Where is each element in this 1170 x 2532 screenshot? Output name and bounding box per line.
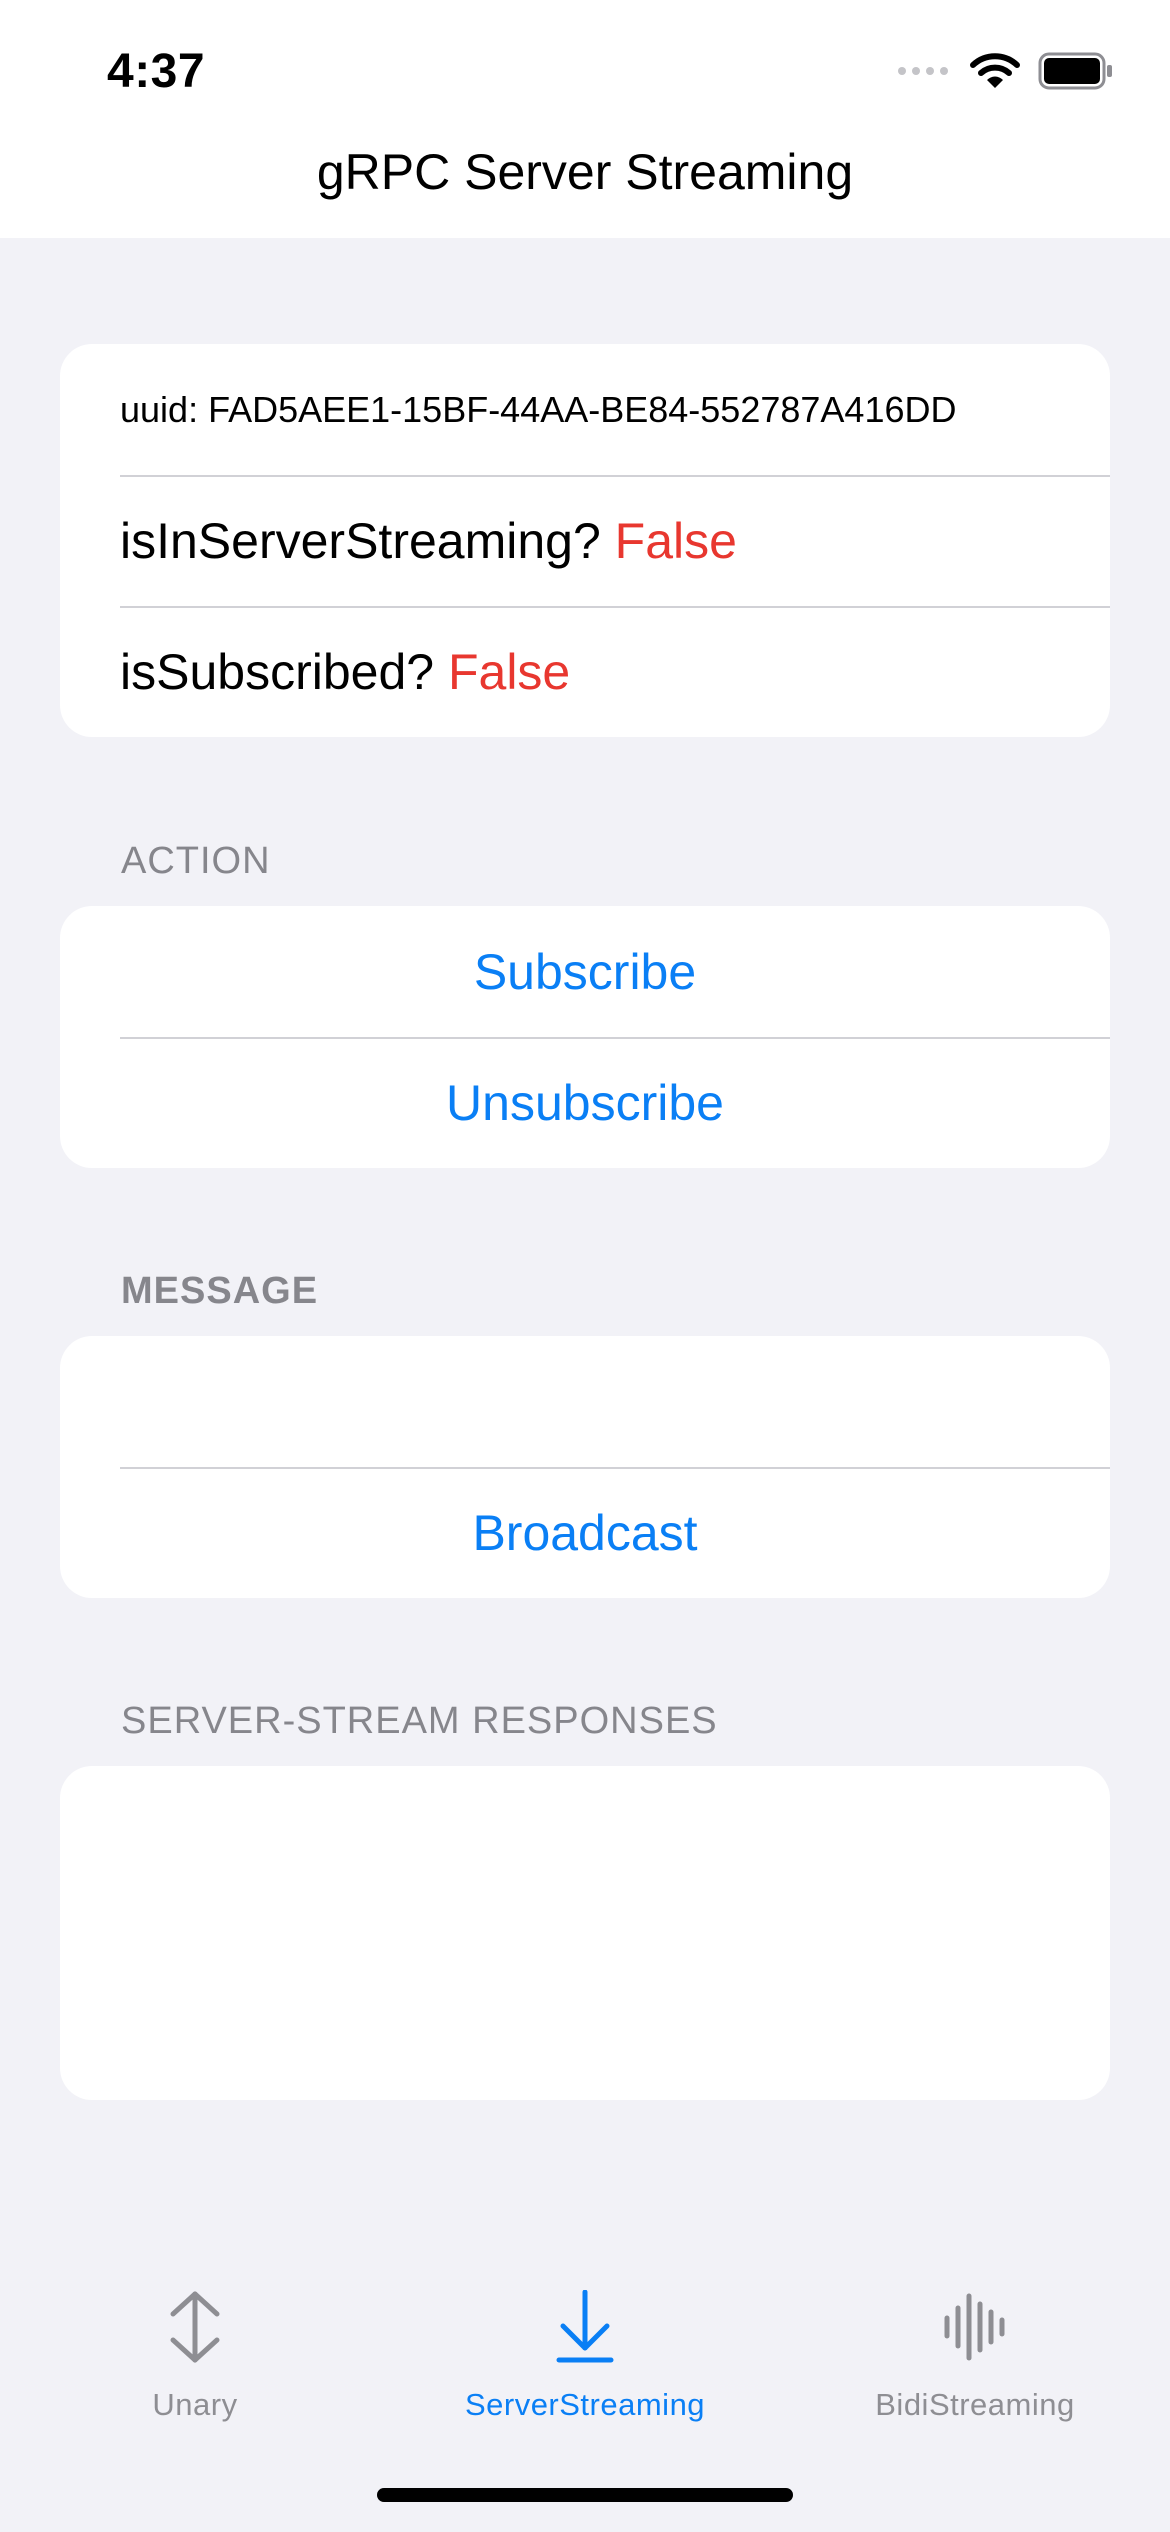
status-icons — [896, 52, 1114, 95]
download-arrow-icon — [555, 2289, 615, 2369]
home-indicator — [377, 2488, 793, 2502]
broadcast-button[interactable]: Broadcast — [60, 1467, 1110, 1598]
action-card: Subscribe Unsubscribe — [60, 906, 1110, 1168]
streaming-status-value: False — [614, 512, 737, 569]
tab-bar: Unary ServerStreaming BidiStreaming — [0, 2289, 1170, 2450]
message-card: Broadcast — [60, 1336, 1110, 1598]
action-section-header: ACTION — [121, 840, 271, 882]
message-input[interactable] — [120, 1372, 1080, 1431]
tab-server-streaming[interactable]: ServerStreaming — [390, 2289, 780, 2423]
up-down-arrow-icon — [165, 2290, 225, 2369]
subscribe-button[interactable]: Subscribe — [60, 906, 1110, 1037]
tab-server-streaming-label: ServerStreaming — [464, 2387, 706, 2422]
battery-icon — [1038, 52, 1114, 95]
unsubscribe-button-label: Unsubscribe — [446, 1074, 724, 1131]
tab-bidi-streaming-label: BidiStreaming — [875, 2387, 1075, 2422]
wifi-icon — [970, 52, 1020, 95]
top-bar: 4:37 gRPC Server Streaming — [0, 0, 1170, 238]
unsubscribe-button[interactable]: Unsubscribe — [60, 1037, 1110, 1168]
streaming-status-row: isInServerStreaming? False — [60, 475, 1110, 606]
subscribe-button-label: Subscribe — [473, 943, 697, 1000]
tab-bidi-streaming[interactable]: BidiStreaming — [780, 2290, 1170, 2423]
subscribed-status-value: False — [447, 643, 571, 700]
responses-list — [60, 1766, 1110, 2100]
page-title: gRPC Server Streaming — [316, 144, 854, 200]
tab-unary-label: Unary — [152, 2387, 238, 2422]
streaming-status-label: isInServerStreaming? — [120, 512, 601, 569]
info-card: uuid: FAD5AEE1-15BF-44AA-BE84-552787A416… — [60, 344, 1110, 737]
message-section-header: MESSAGE — [121, 1270, 319, 1312]
uuid-row: uuid: FAD5AEE1-15BF-44AA-BE84-552787A416… — [60, 344, 1110, 475]
cellular-signal-icon — [896, 61, 952, 86]
subscribed-status-label: isSubscribed? — [120, 643, 435, 700]
responses-section-header: SERVER-STREAM RESPONSES — [121, 1700, 718, 1742]
broadcast-button-label: Broadcast — [472, 1504, 698, 1561]
waveform-icon — [942, 2290, 1008, 2369]
tab-unary[interactable]: Unary — [0, 2290, 390, 2423]
message-input-row — [60, 1336, 1110, 1467]
status-time: 4:37 — [107, 45, 206, 98]
subscribed-status-row: isSubscribed? False — [60, 606, 1110, 737]
uuid-label: uuid: FAD5AEE1-15BF-44AA-BE84-552787A416… — [120, 388, 957, 430]
